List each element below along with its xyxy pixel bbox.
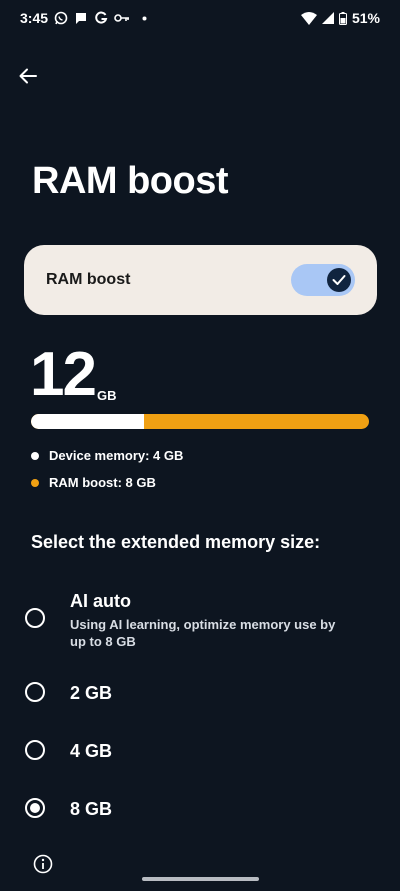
battery-percent: 51%	[351, 10, 380, 26]
option-8gb[interactable]: 8 GB	[24, 798, 376, 820]
status-bar: 3:45 51%	[0, 0, 400, 36]
back-button[interactable]	[12, 60, 44, 92]
option-2gb[interactable]: 2 GB	[24, 682, 376, 704]
option-label: 2 GB	[70, 683, 113, 703]
option-label: 4 GB	[70, 741, 113, 761]
legend-label: RAM boost: 8 GB	[49, 475, 156, 490]
radio-selected-dot	[30, 803, 40, 813]
legend-ram-boost: RAM boost: 8 GB	[31, 475, 156, 490]
memory-total-unit: GB	[96, 388, 117, 403]
gesture-nav-handle[interactable]	[142, 877, 259, 881]
cell-signal-icon	[321, 12, 334, 24]
info-icon	[33, 854, 53, 874]
option-label: AI auto	[70, 591, 131, 611]
option-4gb[interactable]: 4 GB	[24, 740, 376, 762]
memory-usage-bar	[31, 414, 369, 429]
battery-icon	[338, 11, 347, 25]
option-description: Using AI learning, optimize memory use b…	[70, 617, 336, 649]
chat-icon	[74, 11, 88, 25]
status-time: 3:45	[20, 10, 49, 26]
radio-2gb[interactable]	[25, 682, 45, 702]
key-icon	[114, 12, 130, 24]
radio-8gb[interactable]	[25, 798, 45, 818]
whatsapp-icon	[54, 11, 68, 25]
device-memory-dot-icon	[31, 451, 39, 460]
switch-knob	[327, 268, 351, 292]
option-label: 8 GB	[70, 799, 113, 819]
option-ai-auto[interactable]: AI auto Using AI learning, optimize memo…	[24, 590, 376, 650]
arrow-left-icon	[19, 68, 37, 84]
device-memory-segment	[31, 414, 144, 429]
dot-icon	[142, 16, 147, 21]
check-icon	[332, 274, 346, 286]
ram-boost-toggle-label: RAM boost	[46, 271, 131, 288]
ram-boost-switch[interactable]	[291, 264, 355, 296]
ram-boost-toggle-card[interactable]: RAM boost	[24, 245, 377, 315]
memory-total-value: 12	[30, 340, 97, 409]
radio-4gb[interactable]	[25, 740, 45, 760]
radio-ai-auto[interactable]	[25, 608, 45, 628]
google-icon	[94, 11, 108, 25]
legend-device-memory: Device memory: 4 GB	[31, 448, 183, 463]
legend-label: Device memory: 4 GB	[49, 448, 184, 463]
memory-total: 12 GB	[30, 340, 117, 409]
info-button[interactable]	[32, 853, 54, 875]
section-title: Select the extended memory size:	[31, 532, 321, 552]
page-title: RAM boost	[32, 160, 229, 202]
ram-boost-dot-icon	[31, 478, 39, 487]
wifi-icon	[300, 11, 317, 25]
